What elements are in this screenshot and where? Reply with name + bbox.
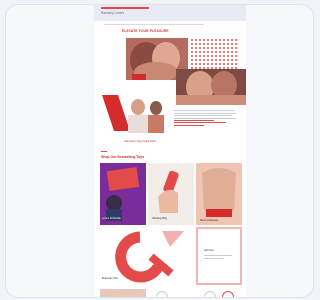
section-title: Shop Our Bestselling Toys [101, 155, 145, 159]
text-line [204, 258, 224, 259]
product-tile[interactable]: Bestseller Vibe [100, 227, 192, 285]
product-label: Bestseller Vibe [102, 277, 118, 280]
product-tile-partial [100, 289, 146, 297]
intro-text [174, 109, 238, 127]
product-tile[interactable]: Mens Underwear [196, 163, 242, 225]
banner-title: ELEVATE YOUR PLEASURE [122, 29, 169, 33]
icon-circle [204, 291, 216, 297]
product-tile[interactable]: Vibrating Ring [148, 163, 194, 225]
icon-circle [156, 291, 168, 297]
dot-pattern [190, 38, 238, 70]
hero-caption: Valentine's Day Deals 2024 [124, 140, 156, 143]
hero-image-group [100, 91, 170, 133]
product-label: Vibrating Ring [152, 217, 167, 220]
preheader-accent-bar [101, 7, 149, 9]
preheader-text: Raunchy Lovers [101, 11, 125, 15]
product-label: Gift Card [204, 249, 214, 252]
email-preheader: Raunchy Lovers [94, 5, 246, 21]
icon-circle [222, 291, 234, 297]
product-label: Mens Underwear [200, 219, 219, 222]
hero-image-pair [176, 69, 246, 105]
email-preview[interactable]: Raunchy Lovers ELEVATE YOUR PLEASURE Val… [94, 5, 246, 297]
product-tile[interactable]: Lovers Kit Bundle [100, 163, 146, 225]
product-label: Lovers Kit Bundle [102, 217, 121, 220]
divider [104, 24, 204, 25]
text-line [204, 255, 232, 256]
preview-card: Raunchy Lovers ELEVATE YOUR PLEASURE Val… [5, 4, 314, 298]
product-tile[interactable]: Gift Card [196, 227, 242, 285]
section-accent [101, 151, 107, 152]
